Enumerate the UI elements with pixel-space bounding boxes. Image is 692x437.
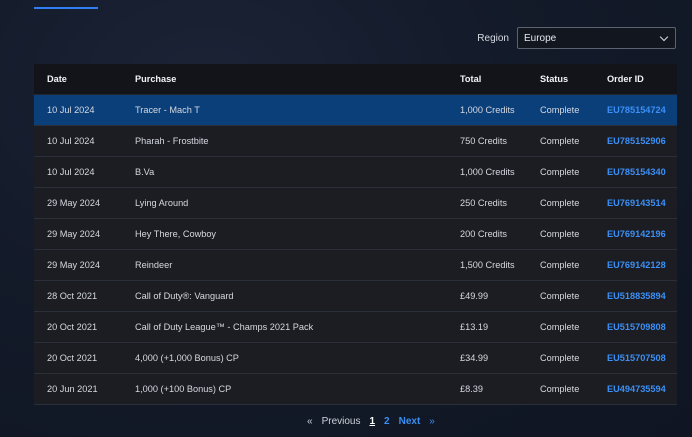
cell-status: Complete: [540, 322, 580, 332]
cell-status: Complete: [540, 353, 580, 363]
header-purchase: Purchase: [135, 74, 177, 84]
order-id-link[interactable]: EU769142128: [607, 260, 666, 270]
page-1-link[interactable]: 1: [369, 416, 375, 427]
active-tab-indicator: [34, 7, 98, 9]
cell-date: 20 Oct 2021: [47, 322, 98, 332]
cell-purchase: Call of Duty®: Vanguard: [135, 291, 234, 301]
table-row[interactable]: 29 May 2024 Reindeer 1,500 Credits Compl…: [34, 250, 677, 281]
cell-date: 29 May 2024: [47, 229, 101, 239]
cell-date: 28 Oct 2021: [47, 291, 98, 301]
cell-total: 250 Credits: [460, 198, 507, 208]
cell-status: Complete: [540, 136, 580, 146]
cell-date: 10 Jul 2024: [47, 105, 95, 115]
header-total: Total: [460, 74, 482, 84]
order-id-link[interactable]: EU518835894: [607, 291, 666, 301]
cell-status: Complete: [540, 291, 580, 301]
pagination: « Previous 1 2 Next »: [307, 416, 435, 427]
cell-purchase: Hey There, Cowboy: [135, 229, 217, 239]
cell-date: 29 May 2024: [47, 198, 101, 208]
header-date: Date: [47, 74, 67, 84]
table-row[interactable]: 29 May 2024 Hey There, Cowboy 200 Credit…: [34, 219, 677, 250]
table-row[interactable]: 28 Oct 2021 Call of Duty®: Vanguard £49.…: [34, 281, 677, 312]
order-id-link[interactable]: EU785152906: [607, 136, 666, 146]
table-row[interactable]: 20 Jun 2021 1,000 (+100 Bonus) CP £8.39 …: [34, 374, 677, 405]
cell-status: Complete: [540, 384, 580, 394]
order-id-link[interactable]: EU785154724: [607, 105, 666, 115]
header-status: Status: [540, 74, 569, 84]
table-row[interactable]: 10 Jul 2024 Tracer - Mach T 1,000 Credit…: [34, 95, 677, 126]
first-page-button[interactable]: «: [307, 416, 313, 427]
cell-total: £13.19: [460, 322, 489, 332]
next-page-button[interactable]: Next: [399, 416, 421, 427]
page-2-link[interactable]: 2: [384, 416, 390, 427]
cell-total: 1,000 Credits: [460, 167, 515, 177]
cell-status: Complete: [540, 229, 580, 239]
order-id-link[interactable]: EU515709808: [607, 322, 666, 332]
region-select-value: Europe: [524, 32, 557, 44]
last-page-button[interactable]: »: [429, 416, 435, 427]
cell-status: Complete: [540, 167, 580, 177]
table-row[interactable]: 10 Jul 2024 B.Va 1,000 Credits Complete …: [34, 157, 677, 188]
cell-date: 29 May 2024: [47, 260, 101, 270]
region-label: Region: [477, 32, 509, 44]
table-row[interactable]: 29 May 2024 Lying Around 250 Credits Com…: [34, 188, 677, 219]
cell-status: Complete: [540, 198, 580, 208]
cell-total: £8.39: [460, 384, 483, 394]
cell-total: £49.99: [460, 291, 489, 301]
cell-total: 200 Credits: [460, 229, 507, 239]
order-id-link[interactable]: EU769142196: [607, 229, 666, 239]
order-id-link[interactable]: EU515707508: [607, 353, 666, 363]
cell-total: £34.99: [460, 353, 489, 363]
order-id-link[interactable]: EU785154340: [607, 167, 666, 177]
cell-purchase: Reindeer: [135, 260, 173, 270]
cell-date: 20 Jun 2021: [47, 384, 98, 394]
cell-date: 10 Jul 2024: [47, 136, 95, 146]
header-order-id: Order ID: [607, 74, 644, 84]
cell-total: 1,000 Credits: [460, 105, 515, 115]
chevron-down-icon: [659, 32, 669, 41]
cell-status: Complete: [540, 260, 580, 270]
cell-purchase: 4,000 (+1,000 Bonus) CP: [135, 353, 239, 363]
region-select[interactable]: Europe: [517, 27, 676, 49]
cell-date: 10 Jul 2024: [47, 167, 95, 177]
cell-date: 20 Oct 2021: [47, 353, 98, 363]
region-filter: Region Europe: [477, 27, 676, 49]
order-id-link[interactable]: EU769143514: [607, 198, 666, 208]
cell-total: 1,500 Credits: [460, 260, 515, 270]
order-id-link[interactable]: EU494735594: [607, 384, 666, 394]
previous-page-button[interactable]: Previous: [322, 416, 361, 427]
cell-purchase: Call of Duty League™ - Champs 2021 Pack: [135, 322, 314, 332]
table-row[interactable]: 20 Oct 2021 Call of Duty League™ - Champ…: [34, 312, 677, 343]
cell-purchase: 1,000 (+100 Bonus) CP: [135, 384, 232, 394]
cell-purchase: Lying Around: [135, 198, 189, 208]
cell-status: Complete: [540, 105, 580, 115]
cell-total: 750 Credits: [460, 136, 507, 146]
table-row[interactable]: 10 Jul 2024 Pharah - Frostbite 750 Credi…: [34, 126, 677, 157]
cell-purchase: Tracer - Mach T: [135, 105, 200, 115]
purchase-history-table: Date Purchase Total Status Order ID 10 J…: [34, 64, 677, 405]
cell-purchase: Pharah - Frostbite: [135, 136, 209, 146]
table-row[interactable]: 20 Oct 2021 4,000 (+1,000 Bonus) CP £34.…: [34, 343, 677, 374]
cell-purchase: B.Va: [135, 167, 155, 177]
table-header-row: Date Purchase Total Status Order ID: [34, 64, 677, 95]
